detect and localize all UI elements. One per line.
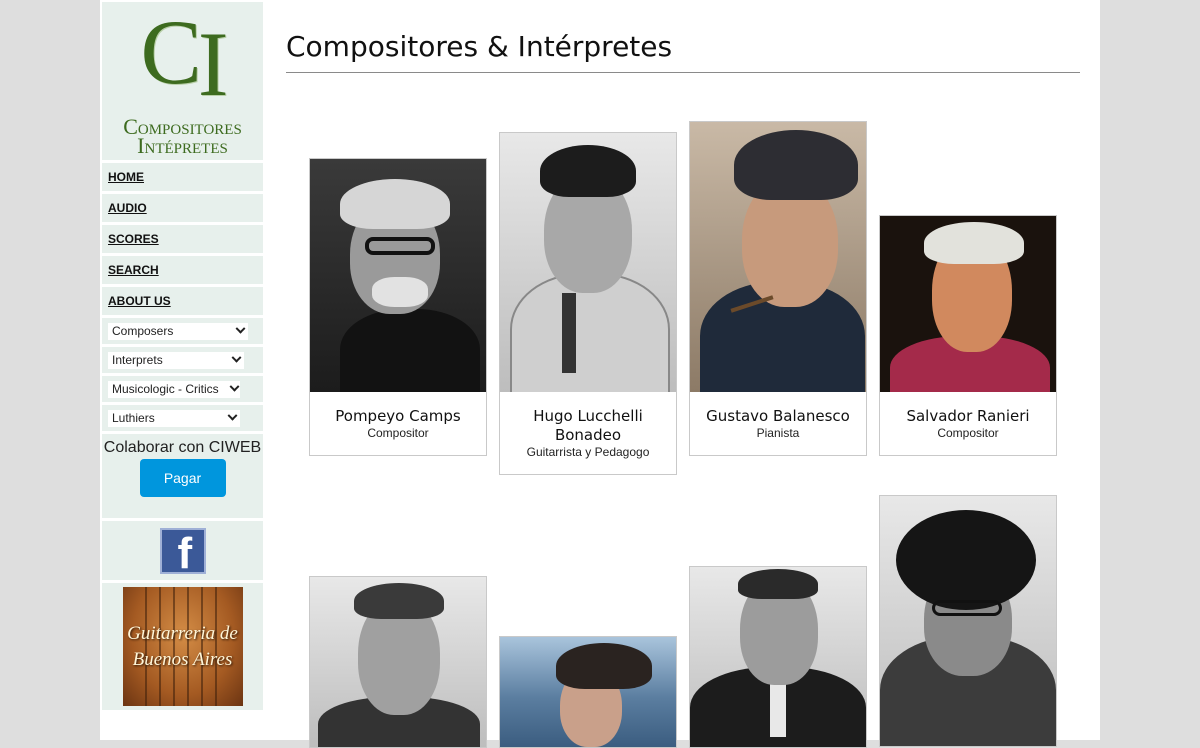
chevron-down-icon (231, 352, 242, 363)
luthiers-select[interactable]: Luthiers (108, 409, 240, 427)
facebook-icon[interactable]: f (159, 527, 206, 575)
luthiers-select-row: Luthiers (102, 405, 263, 434)
person-card[interactable]: Hugo Lucchelli Bonadeo Guitarrista y Ped… (499, 132, 677, 475)
nav-item-scores[interactable]: SCORES (102, 225, 263, 256)
portrait-photo (690, 567, 866, 747)
person-name[interactable]: Pompeyo Camps (314, 407, 482, 426)
social-block: f (102, 521, 263, 583)
person-card[interactable]: Gustavo Balanesco Pianista (689, 121, 867, 456)
logo-monogram: CI (140, 1, 228, 115)
portrait-photo (310, 159, 486, 392)
luthiers-select-value: Luthiers (112, 411, 155, 425)
site-logo[interactable]: CI Compositores Intépretes (102, 2, 263, 163)
person-card[interactable] (689, 566, 867, 748)
nav-link-search[interactable]: SEARCH (108, 263, 159, 277)
person-name[interactable]: Gustavo Balanesco (694, 407, 862, 426)
musicologic-select-row: Musicologic - Critics (102, 376, 263, 405)
person-name[interactable]: Salvador Ranieri (884, 407, 1052, 426)
ad-block: Guitarreria de Buenos Aires (102, 583, 263, 713)
composers-select-value: Composers (112, 324, 174, 338)
nav-item-home[interactable]: HOME (102, 163, 263, 194)
ad-text-line2: Buenos Aires (132, 649, 233, 670)
person-role: Pianista (756, 426, 800, 440)
interprets-select[interactable]: Interprets (108, 351, 244, 369)
interprets-select-value: Interprets (112, 353, 163, 367)
nav-item-audio[interactable]: AUDIO (102, 194, 263, 225)
portrait-photo (880, 496, 1056, 746)
chevron-down-icon (235, 323, 246, 334)
person-role: Compositor (367, 426, 429, 440)
person-card[interactable] (309, 576, 487, 748)
nav-item-about-us[interactable]: ABOUT US (102, 287, 263, 318)
nav-link-home[interactable]: HOME (108, 170, 144, 184)
person-card[interactable]: Salvador Ranieri Compositor (879, 215, 1057, 456)
portrait-photo (500, 637, 676, 747)
nav-link-about-us[interactable]: ABOUT US (108, 294, 171, 308)
person-name[interactable]: Hugo Lucchelli Bonadeo (504, 407, 672, 445)
donate-block: Colaborar con CIWEB Pagar (102, 434, 263, 521)
composers-select[interactable]: Composers (108, 322, 248, 340)
chevron-down-icon (229, 381, 240, 392)
title-divider (286, 72, 1080, 73)
chevron-down-icon (227, 410, 238, 421)
musicologic-select-value: Musicologic - Critics (112, 382, 219, 396)
nav-link-audio[interactable]: AUDIO (108, 201, 147, 215)
musicologic-critics-select[interactable]: Musicologic - Critics (108, 380, 240, 398)
portrait-photo (310, 577, 486, 747)
page-title: Compositores & Intérpretes (286, 30, 673, 63)
ad-text-line1: Guitarreria de (127, 623, 238, 644)
nav-item-search[interactable]: SEARCH (102, 256, 263, 287)
guitarreria-ad-banner[interactable]: Guitarreria de Buenos Aires (122, 587, 243, 706)
pay-button[interactable]: Pagar (139, 459, 226, 497)
composers-select-row: Composers (102, 318, 263, 347)
person-card[interactable]: Pompeyo Camps Compositor (309, 158, 487, 456)
person-card[interactable] (879, 495, 1057, 747)
sidebar: CI Compositores Intépretes HOME AUDIO SC… (102, 2, 263, 713)
interprets-select-row: Interprets (102, 347, 263, 376)
nav-link-scores[interactable]: SCORES (108, 232, 159, 246)
ad-text: Guitarreria de Buenos Aires (123, 621, 243, 673)
portrait-photo (500, 133, 676, 392)
person-role: Guitarrista y Pedagogo (526, 445, 650, 459)
person-role: Compositor (937, 426, 999, 440)
portrait-photo (690, 122, 866, 392)
person-card[interactable] (499, 636, 677, 748)
portrait-photo (880, 216, 1056, 392)
logo-text-interpretes: Intépretes (137, 133, 228, 158)
donate-text: Colaborar con CIWEB (103, 439, 262, 456)
page: CI Compositores Intépretes HOME AUDIO SC… (100, 0, 1100, 748)
